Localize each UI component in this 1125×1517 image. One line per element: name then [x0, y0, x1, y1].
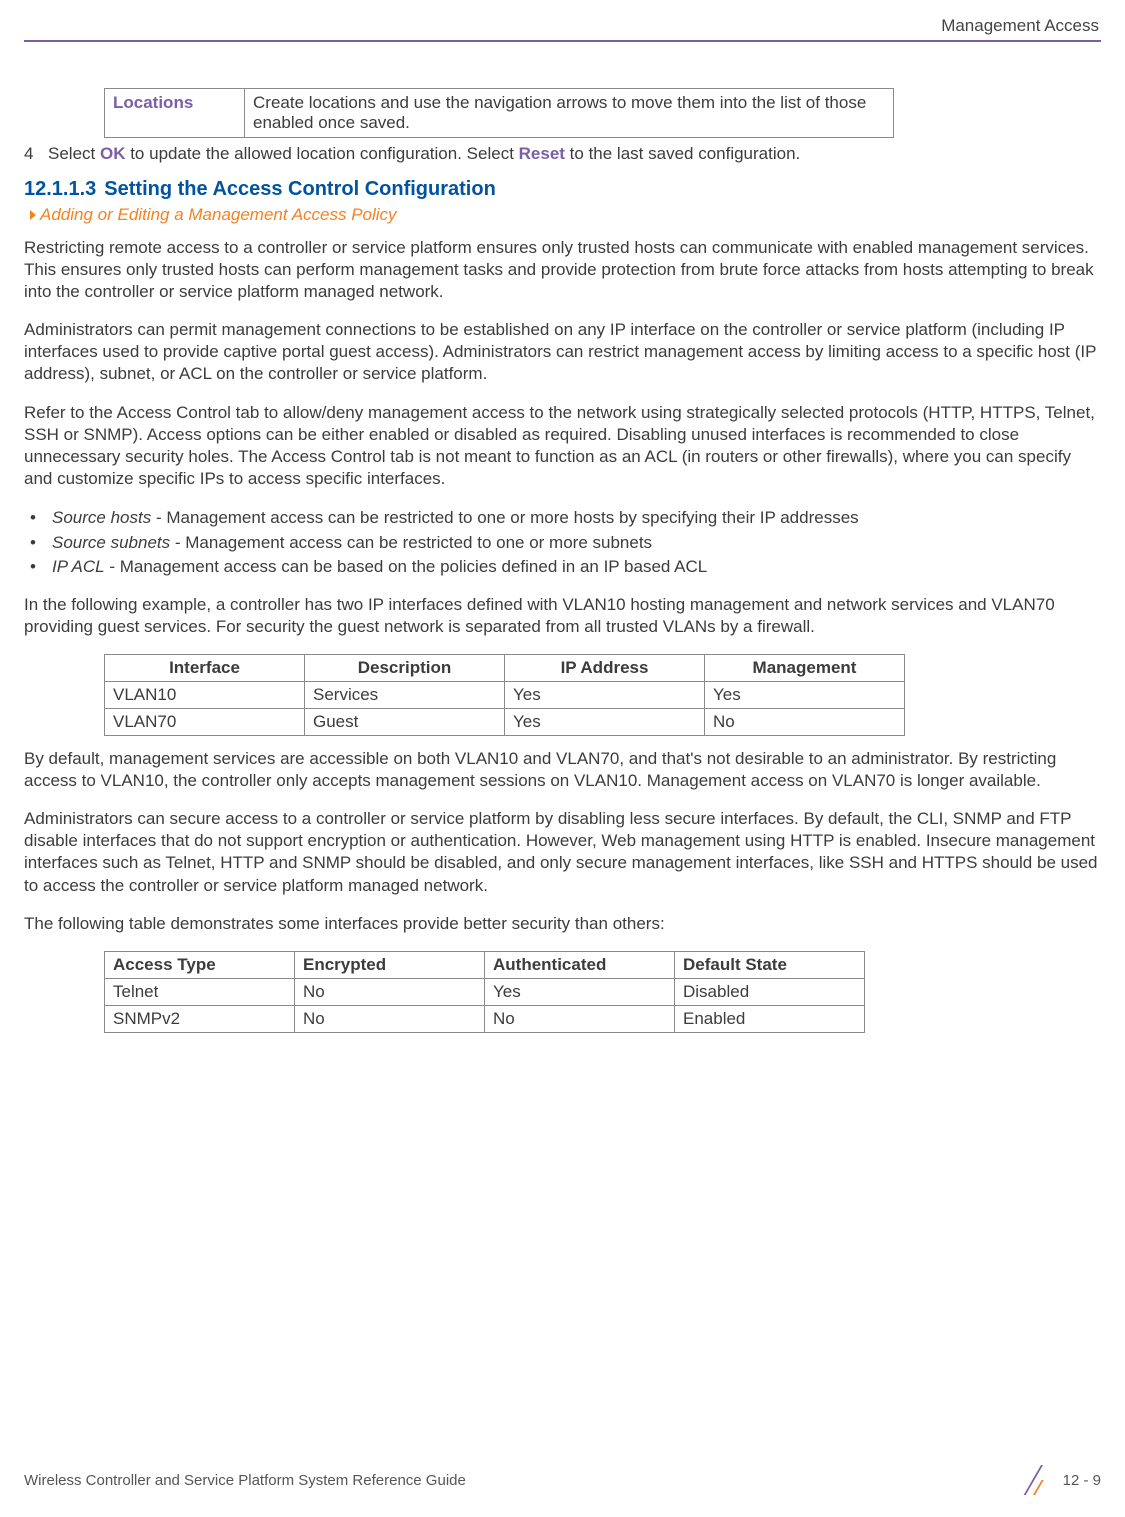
bullet-source-subnets: Source subnets - Management access can b… [28, 531, 1101, 556]
cell: Services [305, 682, 505, 709]
step-text: Select OK to update the allowed location… [48, 144, 800, 164]
th-encrypted: Encrypted [295, 951, 485, 978]
ok-label: OK [100, 144, 126, 163]
bullet-list: Source hosts - Management access can be … [24, 506, 1101, 580]
th-management: Management [705, 655, 905, 682]
table-row: VLAN70 Guest Yes No [105, 709, 905, 736]
step-4: 4 Select OK to update the allowed locati… [24, 144, 1101, 164]
table-row: VLAN10 Services Yes Yes [105, 682, 905, 709]
cell: VLAN70 [105, 709, 305, 736]
bullet-term: Source subnets [52, 533, 170, 552]
cell: No [295, 978, 485, 1005]
vlan-table: Interface Description IP Address Managem… [104, 654, 905, 736]
bullet-text: - Management access can be based on the … [105, 557, 708, 576]
breadcrumb-text: Adding or Editing a Management Access Po… [40, 205, 397, 225]
breadcrumb-arrow-icon [30, 210, 36, 220]
step-text-post: to the last saved configuration. [565, 144, 800, 163]
locations-table: Locations Create locations and use the n… [104, 88, 894, 138]
th-description: Description [305, 655, 505, 682]
heading-text: Setting the Access Control Configuration [104, 178, 496, 200]
section-header: Management Access [24, 16, 1101, 36]
cell: VLAN10 [105, 682, 305, 709]
step-text-mid: to update the allowed location configura… [125, 144, 518, 163]
step-text-pre: Select [48, 144, 100, 163]
bullet-source-hosts: Source hosts - Management access can be … [28, 506, 1101, 531]
bullet-term: Source hosts [52, 508, 151, 527]
header-rule [24, 40, 1101, 42]
cell: Telnet [105, 978, 295, 1005]
paragraph-2: Administrators can permit management con… [24, 319, 1101, 385]
cell: Yes [485, 978, 675, 1005]
cell: Yes [505, 682, 705, 709]
paragraph-3: Refer to the Access Control tab to allow… [24, 402, 1101, 490]
section-heading: 12.1.1.3 Setting the Access Control Confi… [24, 178, 1101, 201]
locations-desc: Create locations and use the navigation … [245, 89, 894, 138]
th-default-state: Default State [675, 951, 865, 978]
access-type-table: Access Type Encrypted Authenticated Defa… [104, 951, 865, 1033]
cell: No [705, 709, 905, 736]
table-row: Telnet No Yes Disabled [105, 978, 865, 1005]
cell: Disabled [675, 978, 865, 1005]
paragraph-4: In the following example, a controller h… [24, 594, 1101, 638]
cell: Yes [705, 682, 905, 709]
bullet-text: - Management access can be restricted to… [151, 508, 858, 527]
cell: Guest [305, 709, 505, 736]
paragraph-5: By default, management services are acce… [24, 748, 1101, 792]
reset-label: Reset [519, 144, 565, 163]
cell: Enabled [675, 1005, 865, 1032]
th-access-type: Access Type [105, 951, 295, 978]
heading-number: 12.1.1.3 [24, 178, 96, 200]
page-number: 12 - 9 [1063, 1472, 1101, 1489]
page-footer: Wireless Controller and Service Platform… [24, 1465, 1101, 1495]
footer-title: Wireless Controller and Service Platform… [24, 1472, 466, 1489]
paragraph-6: Administrators can secure access to a co… [24, 808, 1101, 896]
paragraph-7: The following table demonstrates some in… [24, 913, 1101, 935]
step-number: 4 [24, 144, 48, 164]
paragraph-1: Restricting remote access to a controlle… [24, 237, 1101, 303]
cell: No [295, 1005, 485, 1032]
th-authenticated: Authenticated [485, 951, 675, 978]
th-interface: Interface [105, 655, 305, 682]
breadcrumb: Adding or Editing a Management Access Po… [30, 205, 1101, 225]
table-row: SNMPv2 No No Enabled [105, 1005, 865, 1032]
th-ip: IP Address [505, 655, 705, 682]
bullet-term: IP ACL [52, 557, 105, 576]
footer-slash-icon [1027, 1465, 1053, 1495]
bullet-text: - Management access can be restricted to… [170, 533, 652, 552]
cell: Yes [505, 709, 705, 736]
cell: No [485, 1005, 675, 1032]
locations-label: Locations [105, 89, 245, 138]
bullet-ip-acl: IP ACL - Management access can be based … [28, 555, 1101, 580]
cell: SNMPv2 [105, 1005, 295, 1032]
